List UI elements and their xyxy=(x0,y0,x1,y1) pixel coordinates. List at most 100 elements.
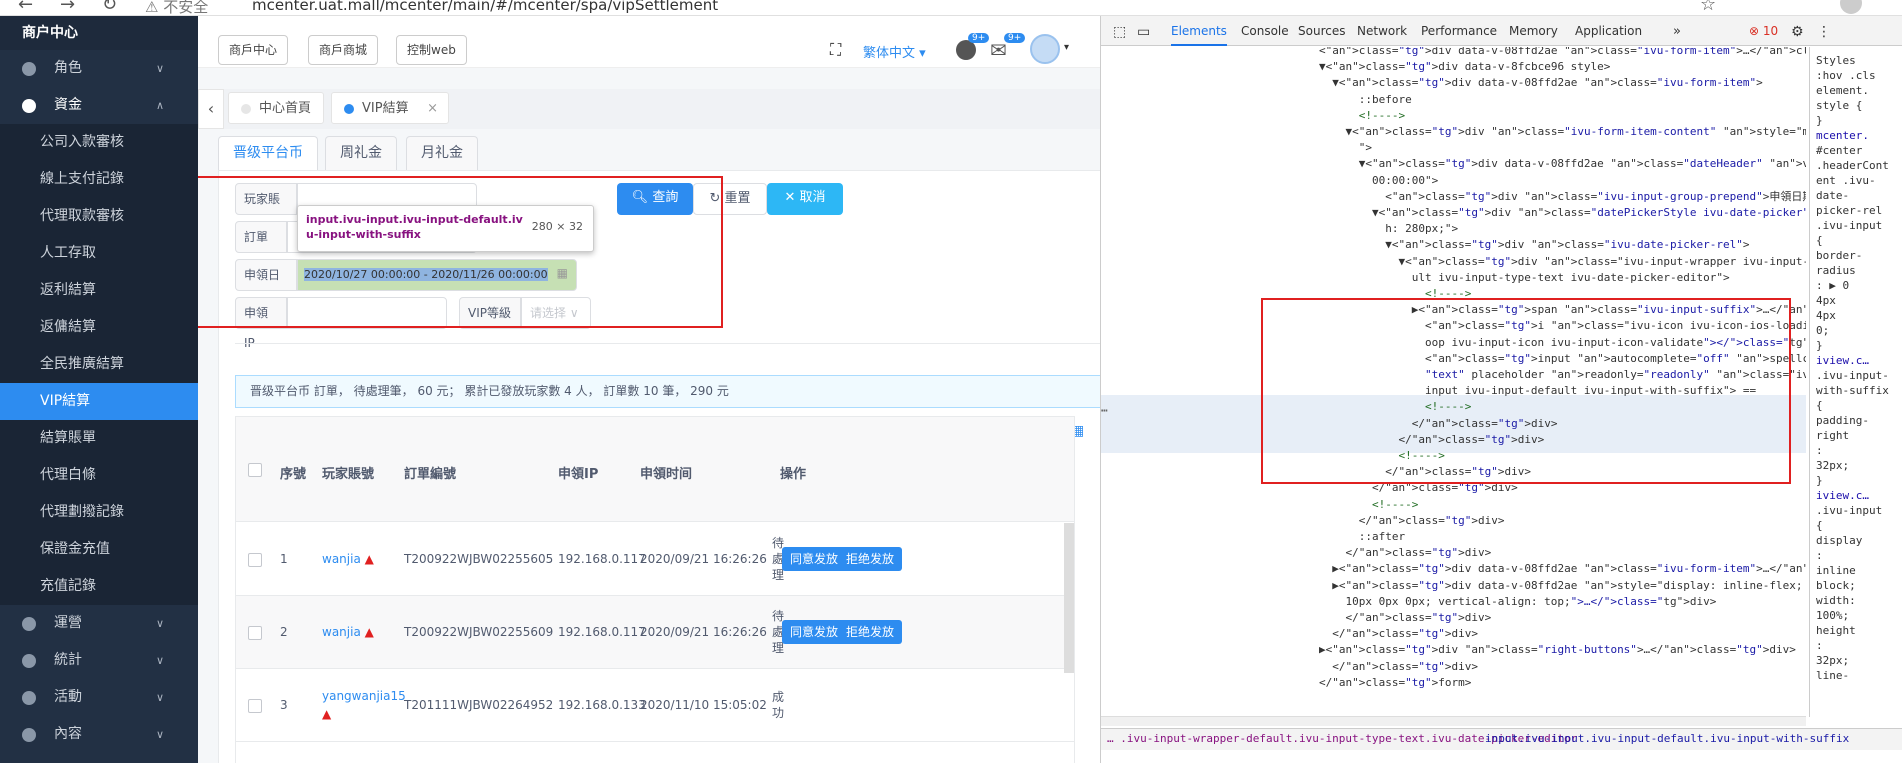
sidebar-sub-item[interactable]: 全民推廣結算 xyxy=(0,346,198,383)
sidebar-sub-item-vip-active[interactable]: VIP結算 xyxy=(0,383,198,420)
inspect-icon[interactable]: ⬚ xyxy=(1113,24,1126,40)
error-count-icon[interactable]: ⊗ 10 xyxy=(1749,24,1778,38)
dom-line[interactable]: ▶<"an">class="tg">div data-v-08ffd2ae "a… xyxy=(1319,561,1806,577)
avatar[interactable] xyxy=(1030,34,1060,64)
tab-performance[interactable]: Performance xyxy=(1421,24,1497,38)
sidebar-sub-item[interactable]: 保證金充值 xyxy=(0,531,198,568)
chevron-down-icon[interactable]: ▾ xyxy=(1064,42,1069,53)
more-tabs-icon[interactable]: » xyxy=(1673,24,1681,39)
sidebar-sub-item[interactable]: 線上支付記錄 xyxy=(0,161,198,198)
table-row: 2 wanjia ▲ T200922WJBW02255609 192.168.0… xyxy=(236,596,1074,669)
merchant-mall-button[interactable]: 商戶商城 xyxy=(308,35,379,65)
device-icon[interactable]: ▭ xyxy=(1137,24,1150,40)
sidebar-sub-item[interactable]: 公司入款審核 xyxy=(0,124,198,161)
forward-icon[interactable]: → xyxy=(60,0,75,15)
dom-line[interactable]: ▼<"an">class="tg">div "an">class="datePi… xyxy=(1319,205,1806,221)
row-checkbox[interactable] xyxy=(248,626,262,640)
sidebar-sub-item[interactable]: 代理劃撥記錄 xyxy=(0,494,198,531)
mail-icon[interactable]: ✉ xyxy=(990,38,1007,62)
dom-line[interactable]: <"an">class="tg">div "an">class="ivu-inp… xyxy=(1319,189,1806,205)
sidebar-sub-item[interactable]: 代理取款審核 xyxy=(0,198,198,235)
dom-line[interactable]: ▶<"an">class="tg">div "an">class="right-… xyxy=(1319,642,1796,658)
dom-line[interactable]: </"an">class="tg">div> xyxy=(1319,659,1478,675)
reject-button[interactable]: 拒绝发放 xyxy=(838,547,903,571)
dom-line[interactable]: 10px 0px 0px; vertical-align: top;">…</"… xyxy=(1319,594,1716,610)
reject-button[interactable]: 拒绝发放 xyxy=(838,620,903,644)
dom-line[interactable]: ::before xyxy=(1319,92,1412,108)
dom-line[interactable]: 00:00:00"> xyxy=(1319,173,1438,189)
message-icon[interactable] xyxy=(956,40,976,60)
customize-icon[interactable]: ⋮ xyxy=(1817,24,1831,40)
sidebar-item-activity[interactable]: 活動 ∨ xyxy=(0,679,198,716)
dom-line[interactable]: </"an">class="tg">div> xyxy=(1319,610,1491,626)
sidebar-item-operations[interactable]: 運營 ∨ xyxy=(0,605,198,642)
dom-line[interactable]: <!----> xyxy=(1319,108,1405,124)
sidebar-sub-item[interactable]: 結算賬單 xyxy=(0,420,198,457)
tab-monthly-gift[interactable]: 月礼金 xyxy=(406,136,478,170)
tab-memory[interactable]: Memory xyxy=(1509,24,1558,38)
url-field[interactable]: mcenter.uat.mall/mcenter/main/#/mcenter/… xyxy=(252,0,718,14)
cancel-button[interactable]: ✕ 取消 xyxy=(767,183,843,215)
sidebar-item-content[interactable]: 內容 ∨ xyxy=(0,716,198,753)
sidebar-sub-item[interactable]: 代理白條 xyxy=(0,457,198,494)
sidebar-item-stats[interactable]: 統計 ∨ xyxy=(0,642,198,679)
dom-line[interactable]: ▼<"an">class="tg">div data-v-8fcbce96 st… xyxy=(1319,59,1610,75)
language-select[interactable]: 繁体中文 ▾ xyxy=(863,42,926,61)
dom-line[interactable]: ▼<"an">class="tg">div "an">class="ivu-fo… xyxy=(1319,124,1806,140)
tab-home[interactable]: 中心首頁 xyxy=(228,92,324,124)
sidebar-sub-item[interactable]: 返利結算 xyxy=(0,272,198,309)
sidebar-sub-item[interactable]: 返傭結算 xyxy=(0,309,198,346)
dom-line[interactable]: ▼<"an">class="tg">div data-v-08ffd2ae "a… xyxy=(1319,75,1763,91)
tab-network[interactable]: Network xyxy=(1357,24,1407,38)
star-icon[interactable]: ☆ xyxy=(1700,0,1716,15)
dom-line[interactable]: ▶<"an">class="tg">div data-v-08ffd2ae "a… xyxy=(1319,578,1806,594)
dom-line[interactable]: h: 280px;"> xyxy=(1319,221,1458,237)
row-checkbox[interactable] xyxy=(248,553,262,567)
dom-line[interactable]: ▼<"an">class="tg">div "an">class="ivu-da… xyxy=(1319,237,1749,253)
control-web-button[interactable]: 控制web xyxy=(396,35,467,65)
fullscreen-icon[interactable]: ⛶ xyxy=(830,40,841,60)
settings-icon[interactable]: ⚙ xyxy=(1791,24,1804,40)
horizontal-scrollbar[interactable] xyxy=(1101,716,1806,726)
dom-line[interactable]: "> xyxy=(1319,140,1372,156)
back-icon[interactable]: ← xyxy=(18,0,33,15)
dom-line[interactable]: ult ivu-input-type-text ivu-date-picker-… xyxy=(1319,270,1730,286)
funds-icon xyxy=(22,99,36,113)
tab-vip-settlement[interactable]: VIP結算 × xyxy=(331,92,449,124)
close-icon[interactable]: × xyxy=(427,93,438,125)
dom-line[interactable]: </"an">class="tg">div> xyxy=(1319,545,1491,561)
tab-console[interactable]: Console xyxy=(1241,24,1289,38)
tabs-left-arrow[interactable]: ‹ xyxy=(198,89,224,129)
table-scrollbar[interactable] xyxy=(1064,523,1074,673)
dom-line[interactable]: </"an">class="tg">div> xyxy=(1319,626,1478,642)
sidebar-item-role[interactable]: 角色 ∨ xyxy=(0,50,198,87)
sidebar-item-funds[interactable]: 資金 ∧ xyxy=(0,87,198,124)
tab-sources[interactable]: Sources xyxy=(1298,24,1345,38)
dom-line[interactable]: ▼<"an">class="tg">div "an">class="ivu-in… xyxy=(1319,254,1806,270)
more-icon[interactable]: ⋯ xyxy=(1101,403,1108,419)
dom-line[interactable]: <!----> xyxy=(1319,497,1418,513)
sidebar-sub-item[interactable]: 人工存取 xyxy=(0,235,198,272)
approve-button[interactable]: 同意发放 xyxy=(782,620,847,644)
player-link[interactable]: wanjia ▲ xyxy=(322,625,374,639)
select-all-checkbox[interactable] xyxy=(248,463,262,477)
merchant-center-button[interactable]: 商戶中心 xyxy=(218,35,289,65)
dom-line[interactable]: </"an">class="tg">div> xyxy=(1319,513,1505,529)
dom-line[interactable]: <"an">class="tg">div data-v-08ffd2ae "an… xyxy=(1319,47,1806,59)
reload-icon[interactable]: ↻ xyxy=(102,0,117,15)
profile-avatar[interactable] xyxy=(1840,0,1862,14)
player-link[interactable]: wanjia ▲ xyxy=(322,552,374,566)
approve-button[interactable]: 同意发放 xyxy=(782,547,847,571)
player-link[interactable]: yangwanjia15 xyxy=(322,689,406,703)
dom-line[interactable]: ▼<"an">class="tg">div data-v-08ffd2ae "a… xyxy=(1319,156,1806,172)
dom-line[interactable]: </"an">class="tg">form> xyxy=(1319,675,1471,691)
dom-line[interactable]: ::after xyxy=(1319,529,1405,545)
claim-ip: 192.168.0.117 xyxy=(558,625,646,639)
sidebar-sub-item[interactable]: 充值記錄 xyxy=(0,568,198,605)
row-checkbox[interactable] xyxy=(248,699,262,713)
tab-elements[interactable]: Elements xyxy=(1171,24,1227,46)
breadcrumb-item-active[interactable]: input.ivu-input.ivu-input-default.ivu-in… xyxy=(1485,729,1849,749)
tab-weekly-gift[interactable]: 周礼金 xyxy=(325,136,397,170)
tab-upgrade-coin[interactable]: 晋级平台币 xyxy=(218,136,318,170)
tab-application[interactable]: Application xyxy=(1575,24,1642,38)
